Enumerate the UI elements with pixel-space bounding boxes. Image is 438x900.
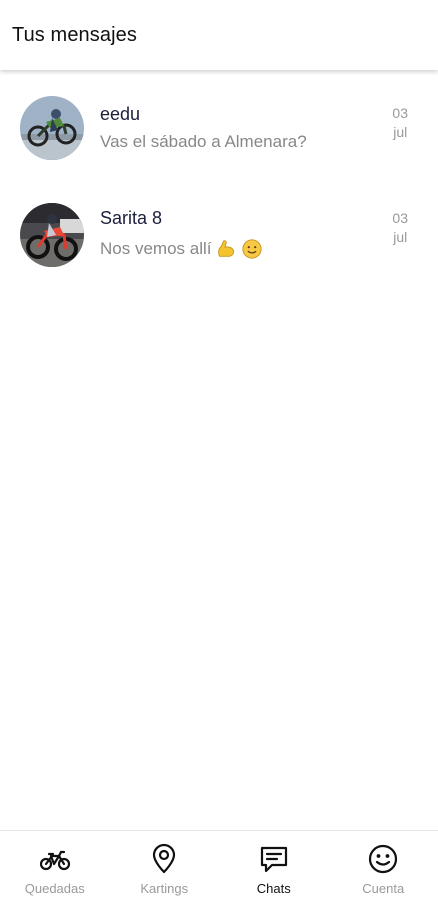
chat-preview: Vas el sábado a Almenara?	[100, 132, 307, 152]
chat-preview-text: Vas el sábado a Almenara?	[100, 132, 307, 151]
smiling-face-emoji	[242, 239, 263, 259]
nav-item-quedadas[interactable]: Quedadas	[0, 831, 110, 900]
location-pin-icon	[153, 843, 176, 874]
flexed-biceps-emoji	[218, 240, 235, 257]
chat-date: 03 jul	[392, 209, 408, 247]
nav-label: Chats	[256, 881, 291, 896]
chat-item-sarita[interactable]: Sarita 8 Nos vemos allí 03 jul	[0, 176, 438, 282]
nav-label: Kartings	[140, 881, 189, 896]
chat-date-day: 03	[392, 210, 408, 226]
nav-label: Cuenta	[362, 881, 405, 896]
page-title: Tus mensajes	[12, 23, 137, 46]
chat-name: eedu	[100, 104, 141, 124]
bottom-navigation: Quedadas Kartings Chats Cuenta	[0, 830, 438, 900]
chat-date-month: jul	[393, 124, 408, 140]
nav-item-kartings[interactable]: Kartings	[110, 831, 220, 900]
chat-name: Sarita 8	[100, 208, 163, 228]
chat-date-day: 03	[392, 105, 408, 121]
chat-date: 03 jul	[392, 104, 408, 142]
avatar[interactable]	[20, 96, 84, 160]
chat-date-month: jul	[393, 229, 408, 245]
chat-item-eedu[interactable]: eedu Vas el sábado a Almenara? 03 jul	[0, 70, 438, 176]
chat-bubble-icon	[260, 846, 287, 873]
motorbike-photo	[20, 203, 84, 267]
nav-item-chats[interactable]: Chats	[219, 831, 329, 900]
chat-list: eedu Vas el sábado a Almenara? 03 jul Sa…	[0, 70, 438, 282]
nav-label: Quedadas	[24, 881, 85, 896]
avatar[interactable]	[20, 203, 84, 267]
nav-item-cuenta[interactable]: Cuenta	[329, 831, 438, 900]
top-app-bar: Tus mensajes	[0, 0, 438, 70]
chat-preview: Nos vemos allí	[100, 238, 263, 260]
chat-preview-text: Nos vemos allí	[100, 239, 212, 258]
motorbike-icon	[39, 850, 70, 871]
motorbike-photo	[20, 96, 84, 160]
smiley-icon	[369, 844, 398, 874]
